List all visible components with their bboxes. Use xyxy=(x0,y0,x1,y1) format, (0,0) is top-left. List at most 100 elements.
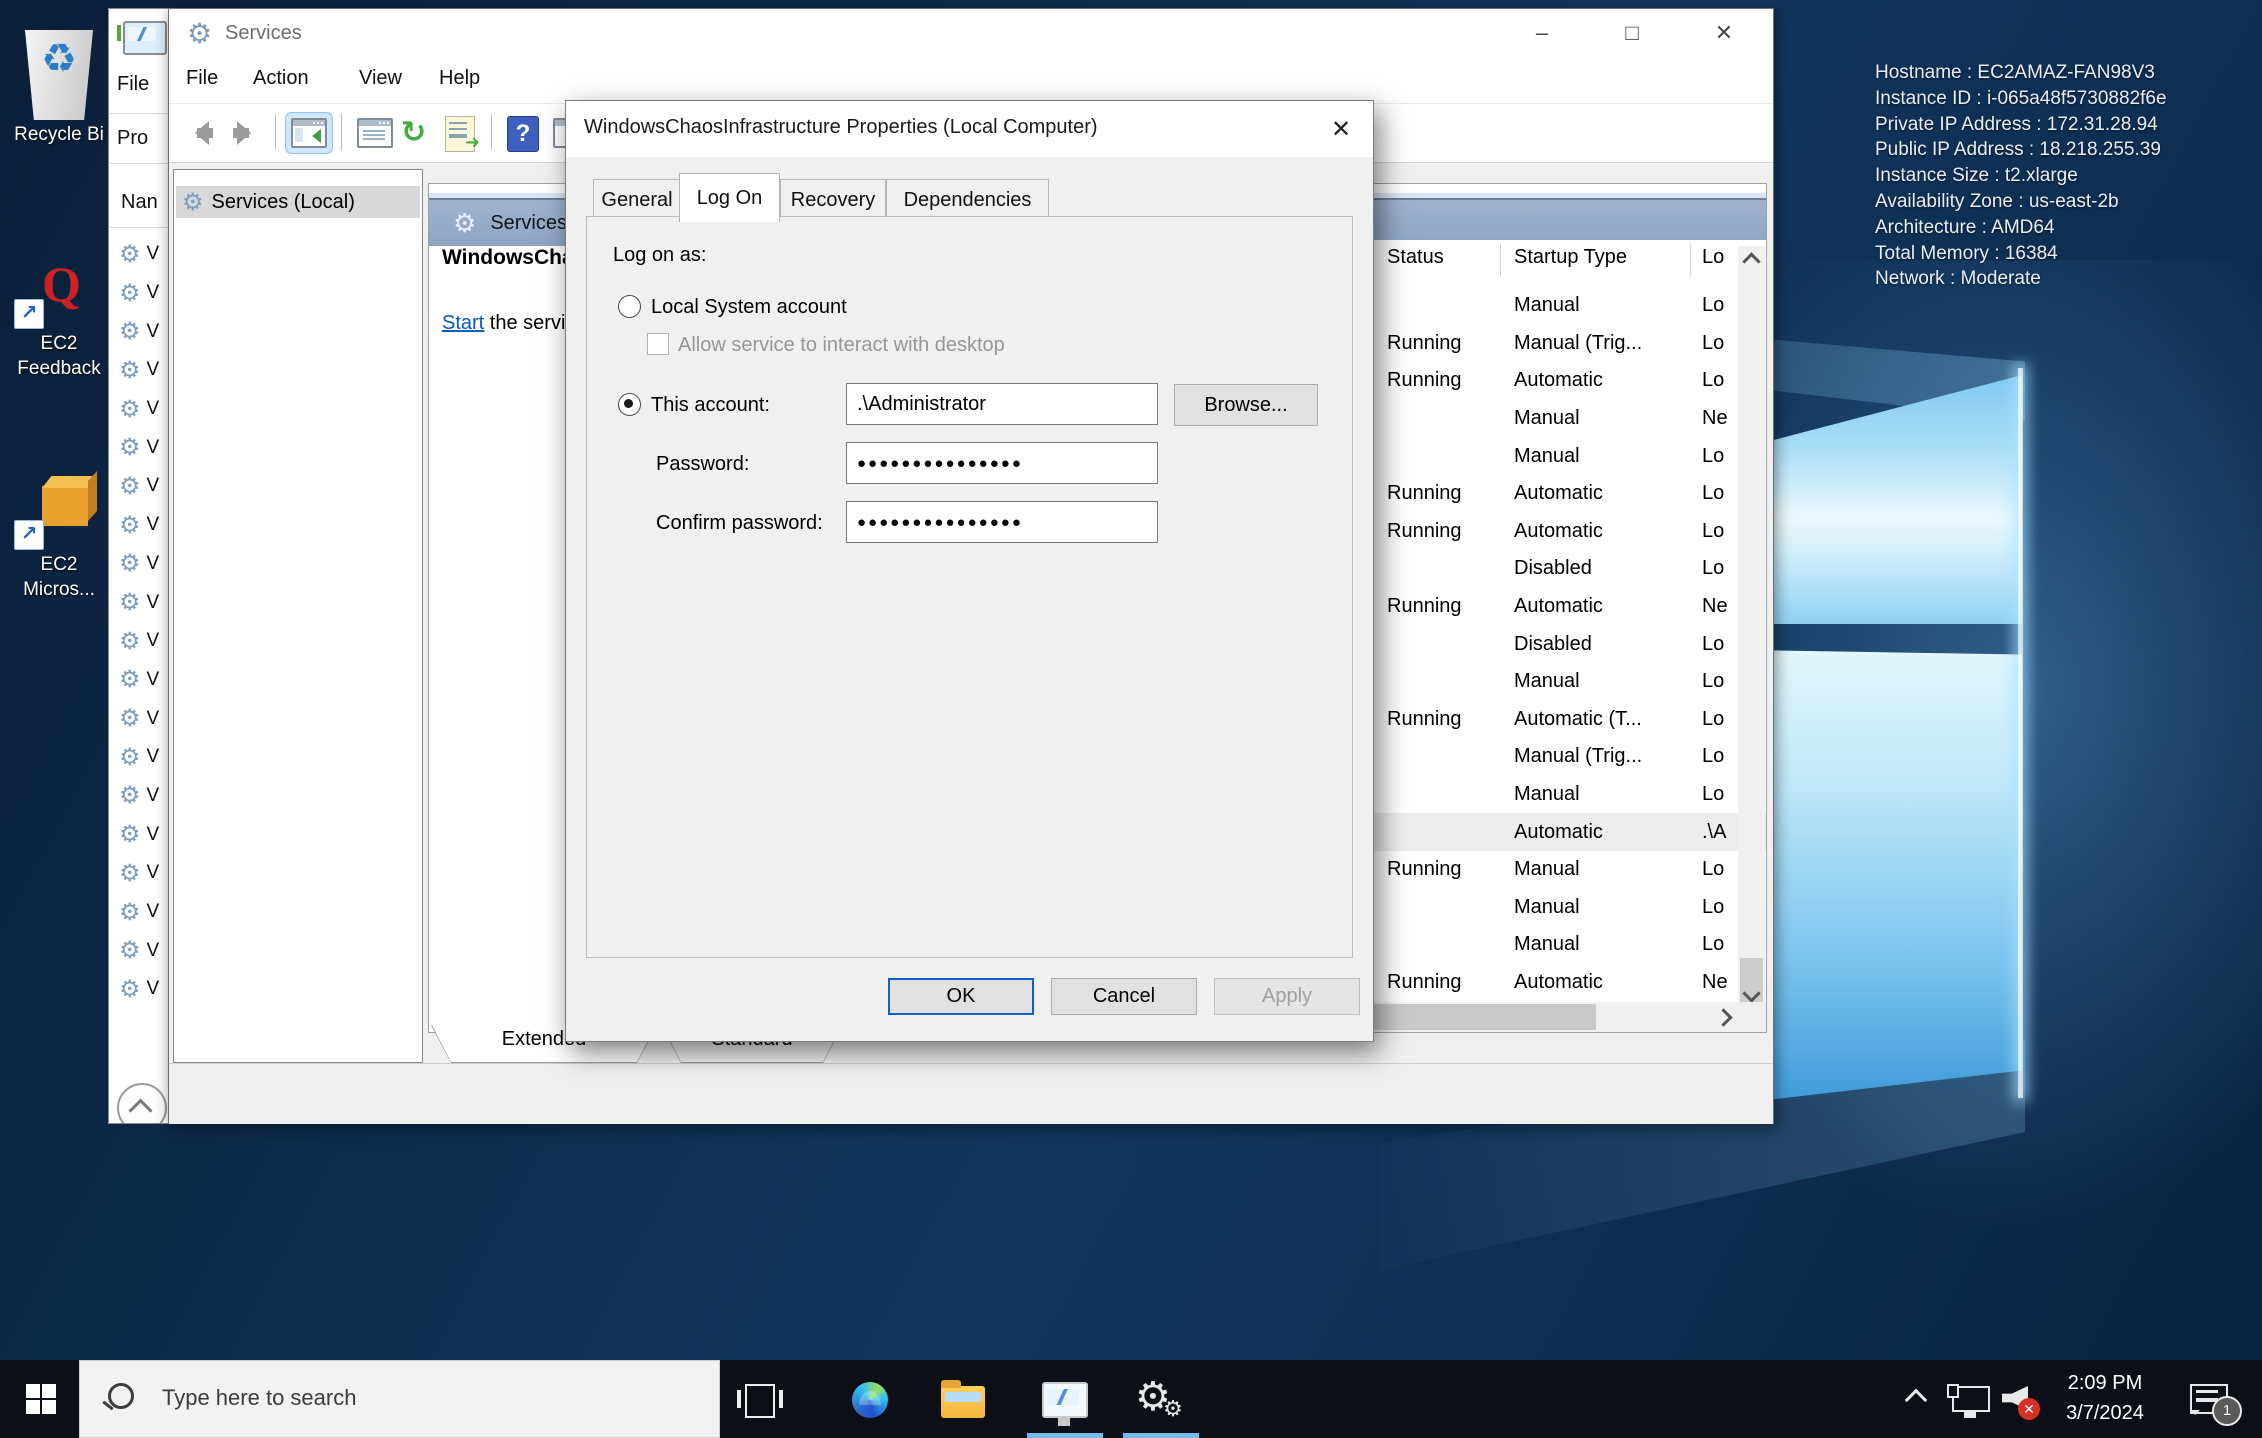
close-button[interactable]: ✕ xyxy=(1701,13,1747,53)
tab-dependencies[interactable]: Dependencies xyxy=(886,179,1049,220)
ok-button[interactable]: OK xyxy=(888,978,1034,1015)
interact-desktop-checkbox[interactable] xyxy=(647,333,669,355)
horizontal-scrollbar[interactable] xyxy=(1363,1002,1766,1032)
cell-logon-as: Lo xyxy=(1702,633,1738,656)
back-button[interactable] xyxy=(183,114,221,152)
column-header-logon-as[interactable]: Lo xyxy=(1702,246,1724,269)
menu-file[interactable]: File xyxy=(186,67,218,90)
table-row[interactable]: Running Automatic Lo xyxy=(1363,513,1766,551)
show-console-tree-button[interactable] xyxy=(291,114,329,152)
background-service-item[interactable]: ⚙V xyxy=(113,428,173,467)
this-account-radio[interactable] xyxy=(618,393,641,416)
file-explorer-icon[interactable] xyxy=(941,1386,985,1418)
table-row[interactable]: Running Manual Lo xyxy=(1363,851,1766,889)
background-window-file-menu[interactable]: File xyxy=(117,73,149,96)
forward-button[interactable] xyxy=(229,114,267,152)
background-service-item[interactable]: ⚙V xyxy=(113,506,173,545)
background-window-name-column[interactable]: Nan xyxy=(121,191,158,214)
table-row[interactable]: Manual Lo xyxy=(1363,287,1766,325)
cell-logon-as: Ne xyxy=(1702,971,1738,994)
tree-item-services-local[interactable]: ⚙ Services (Local) xyxy=(176,186,420,218)
table-row[interactable]: Manual Lo xyxy=(1363,437,1766,475)
table-row[interactable]: Running Automatic Lo xyxy=(1363,362,1766,400)
background-service-item[interactable]: ⚙V xyxy=(113,815,173,854)
browse-button[interactable]: Browse... xyxy=(1174,384,1318,426)
minimize-button[interactable]: – xyxy=(1519,13,1565,53)
confirm-password-input[interactable]: ●●●●●●●●●●●●●●● xyxy=(846,501,1158,543)
table-row[interactable]: Running Automatic Lo xyxy=(1363,475,1766,513)
tab-recovery[interactable]: Recovery xyxy=(780,179,886,220)
password-input[interactable]: ●●●●●●●●●●●●●●● xyxy=(846,442,1158,484)
scroll-up-circle-button[interactable] xyxy=(117,1083,167,1124)
performance-monitor-taskbar-icon[interactable] xyxy=(1042,1382,1088,1418)
desktop-icon-recycle-bin[interactable]: ♻ Recycle Bi xyxy=(0,10,120,150)
table-row[interactable]: Manual Lo xyxy=(1363,926,1766,964)
dialog-title-bar[interactable]: WindowsChaosInfrastructure Properties (L… xyxy=(566,101,1373,157)
task-view-icon[interactable] xyxy=(745,1384,775,1418)
apply-button[interactable]: Apply xyxy=(1214,978,1360,1015)
desktop-icon-ec2-feedback[interactable]: Q ↗ EC2 Feedback xyxy=(0,255,120,395)
vertical-scrollbar[interactable] xyxy=(1738,246,1765,1008)
network-icon[interactable] xyxy=(1952,1386,1990,1412)
help-button[interactable]: ? xyxy=(507,114,545,152)
column-header-startup-type[interactable]: Startup Type xyxy=(1514,246,1627,269)
table-row[interactable]: Manual Lo xyxy=(1363,663,1766,701)
table-row[interactable]: Manual Lo xyxy=(1363,889,1766,927)
table-row[interactable]: Automatic .\A xyxy=(1363,813,1766,851)
table-row[interactable]: Running Automatic (T... Lo xyxy=(1363,701,1766,739)
table-row[interactable]: Manual Lo xyxy=(1363,776,1766,814)
taskbar-search[interactable]: Type here to search xyxy=(79,1360,720,1438)
menu-view[interactable]: View xyxy=(359,67,402,90)
background-service-item[interactable]: ⚙V xyxy=(113,970,173,1009)
export-list-button[interactable] xyxy=(445,114,483,152)
column-header-status[interactable]: Status xyxy=(1387,246,1444,269)
table-row[interactable]: Manual Ne xyxy=(1363,400,1766,438)
background-service-item[interactable]: ⚙V xyxy=(113,351,173,390)
local-system-radio[interactable] xyxy=(618,295,641,318)
services-gear-icon[interactable]: ⚙ xyxy=(1135,1374,1171,1420)
background-service-item[interactable]: ⚙V xyxy=(113,622,173,661)
background-service-item[interactable]: ⚙V xyxy=(113,893,173,932)
refresh-button[interactable]: ↻ xyxy=(401,114,439,152)
background-service-item[interactable]: ⚙V xyxy=(113,854,173,893)
tab-log-on[interactable]: Log On xyxy=(679,173,780,222)
table-row[interactable]: Disabled Lo xyxy=(1363,625,1766,663)
menu-action[interactable]: Action xyxy=(253,67,309,90)
taskbar-clock[interactable]: 2:09 PM 3/7/2024 xyxy=(2040,1368,2170,1428)
properties-button[interactable] xyxy=(357,114,395,152)
scroll-right-icon[interactable] xyxy=(1712,1002,1739,1032)
start-service-link[interactable]: Start xyxy=(442,312,484,334)
table-row[interactable]: Manual (Trig... Lo xyxy=(1363,738,1766,776)
background-service-item[interactable]: ⚙V xyxy=(113,545,173,584)
background-service-item[interactable]: ⚙V xyxy=(113,312,173,351)
maximize-button[interactable]: □ xyxy=(1609,13,1655,53)
account-input[interactable]: .\Administrator xyxy=(846,383,1158,425)
background-service-item[interactable]: ⚙V xyxy=(113,235,173,274)
table-row[interactable]: Running Automatic Ne xyxy=(1363,964,1766,1002)
dialog-close-icon[interactable]: ✕ xyxy=(1323,113,1359,147)
table-row[interactable]: Running Automatic Ne xyxy=(1363,588,1766,626)
background-service-item[interactable]: ⚙V xyxy=(113,931,173,970)
edge-icon[interactable] xyxy=(852,1382,888,1418)
background-service-item[interactable]: ⚙V xyxy=(113,699,173,738)
background-service-item[interactable]: ⚙V xyxy=(113,661,173,700)
desktop-icon-ec2-microsoft[interactable]: ↗ EC2 Micros... xyxy=(0,472,120,622)
background-service-item[interactable]: ⚙V xyxy=(113,467,173,506)
table-row[interactable]: Running Manual (Trig... Lo xyxy=(1363,325,1766,363)
background-service-item[interactable]: ⚙V xyxy=(113,583,173,622)
tab-general[interactable]: General xyxy=(593,179,681,220)
background-window[interactable]: File Pro Nan ⚙V ⚙V ⚙V ⚙V ⚙V ⚙V ⚙V ⚙V xyxy=(108,8,173,1124)
background-service-item[interactable]: ⚙V xyxy=(113,738,173,777)
services-title-bar[interactable]: ⚙ Services – □ ✕ xyxy=(169,9,1773,59)
tray-chevron-icon[interactable] xyxy=(1905,1389,1928,1412)
start-icon[interactable] xyxy=(26,1384,56,1414)
cancel-button[interactable]: Cancel xyxy=(1051,978,1197,1015)
background-service-item[interactable]: ⚙V xyxy=(113,274,173,313)
table-row[interactable]: Disabled Lo xyxy=(1363,550,1766,588)
background-service-item[interactable]: ⚙V xyxy=(113,777,173,816)
menu-help[interactable]: Help xyxy=(439,67,480,90)
background-service-item[interactable]: ⚙V xyxy=(113,390,173,429)
scroll-up-icon[interactable] xyxy=(1738,246,1765,272)
horizontal-scroll-thumb[interactable] xyxy=(1363,1004,1596,1030)
cell-logon-as: Lo xyxy=(1702,369,1738,392)
